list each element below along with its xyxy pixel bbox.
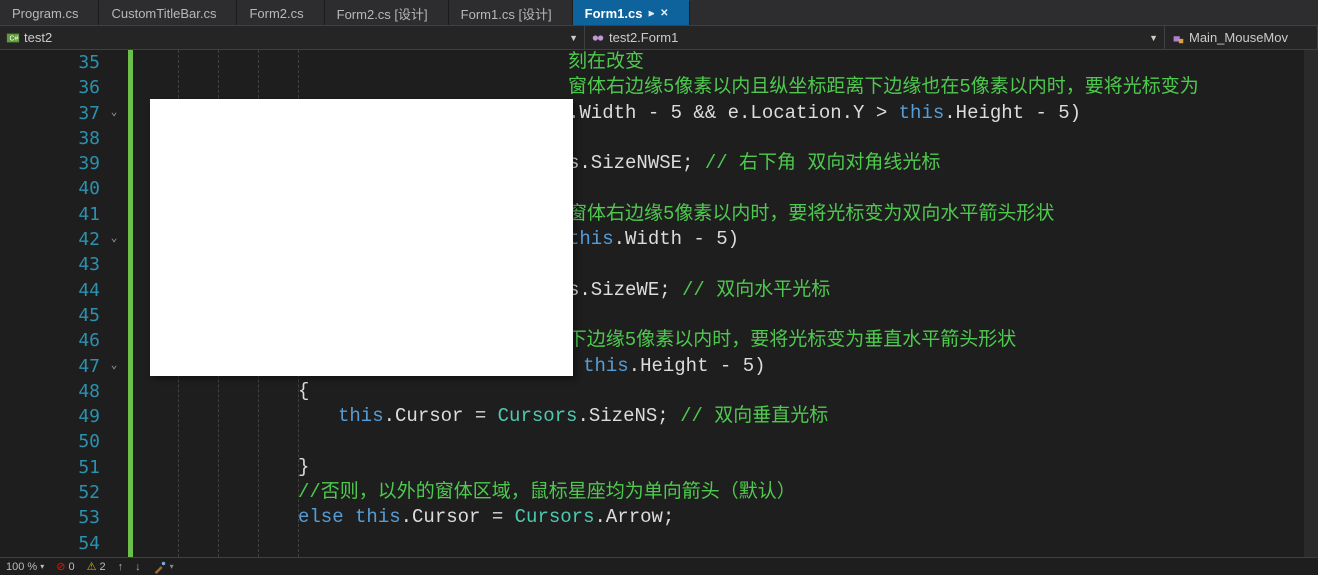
line-number: 53	[0, 505, 122, 530]
tab-form2-designer[interactable]: Form2.cs [设计]	[325, 0, 449, 25]
line-number: 35	[0, 50, 122, 75]
code-nav-bar: C# test2 ▼ test2.Form1 ▼ Main_MouseMov	[0, 26, 1318, 50]
tab-form1-cs[interactable]: Form1.cs ⫸ ✕	[573, 0, 690, 25]
nav-scope-combo[interactable]: C# test2 ▼	[0, 26, 585, 49]
line-number: 49	[0, 404, 122, 429]
warning-count-text: 2	[99, 561, 105, 573]
line-number: 51	[0, 455, 122, 480]
code-line: this.Cursor = Cursors.SizeNS; // 双向垂直光标	[128, 404, 1318, 429]
line-number: 54	[0, 531, 122, 556]
line-number: 36	[0, 75, 122, 100]
zoom-level[interactable]: 100 % ▾	[6, 561, 44, 573]
line-number: 41	[0, 202, 122, 227]
line-number: 39	[0, 151, 122, 176]
tab-form1-designer[interactable]: Form1.cs [设计]	[449, 0, 573, 25]
warning-icon: ⚠	[87, 560, 97, 573]
line-number: 38	[0, 126, 122, 151]
line-number: 43	[0, 252, 122, 277]
tab-label: Form1.cs [设计]	[461, 4, 552, 23]
line-number: 42⌄	[0, 227, 122, 252]
document-tabstrip: Program.cs CustomTitleBar.cs Form2.cs Fo…	[0, 0, 1318, 26]
error-count[interactable]: ⊘ 0	[56, 560, 74, 573]
chevron-down-icon: ▼	[569, 33, 578, 43]
nav-scope-text: test2	[24, 30, 52, 45]
code-line: 窗体右边缘5像素以内且纵坐标距离下边缘也在5像素以内时，要将光标变为	[128, 75, 1318, 100]
pin-icon[interactable]: ⫸	[648, 8, 654, 19]
code-line: //否则，以外的窗体区域，鼠标星座均为单向箭头（默认）	[128, 480, 1318, 505]
line-number: 40	[0, 176, 122, 201]
tab-form2-cs[interactable]: Form2.cs	[237, 0, 324, 25]
fold-toggle-icon[interactable]: ⌄	[108, 106, 120, 118]
line-number: 44	[0, 278, 122, 303]
code-line: {	[128, 379, 1318, 404]
screwdriver-icon[interactable]: ▾	[153, 560, 174, 574]
tab-label: Form1.cs	[585, 6, 643, 21]
line-number: 48	[0, 379, 122, 404]
warning-count[interactable]: ⚠ 2	[87, 560, 106, 573]
line-number: 46	[0, 328, 122, 353]
line-number: 45	[0, 303, 122, 328]
code-line	[128, 429, 1318, 454]
code-line	[128, 531, 1318, 556]
status-bar: 100 % ▾ ⊘ 0 ⚠ 2 ↑ ↓ ▾	[0, 557, 1318, 575]
nav-member-text: Main_MouseMov	[1189, 30, 1288, 45]
tab-label: Form2.cs	[249, 6, 303, 21]
tab-label: Program.cs	[12, 6, 78, 21]
tab-label: CustomTitleBar.cs	[111, 6, 216, 21]
nav-class-combo[interactable]: test2.Form1 ▼	[585, 26, 1165, 49]
tab-customtitlebar-cs[interactable]: CustomTitleBar.cs	[99, 0, 237, 25]
line-number-gutter: 353637⌄3839404142⌄4344454647⌄48495051525…	[0, 50, 128, 557]
line-number: 37⌄	[0, 101, 122, 126]
editor-popup-overlay[interactable]	[150, 99, 573, 376]
vertical-scrollbar[interactable]	[1304, 50, 1318, 557]
chevron-down-icon: ▾	[170, 562, 174, 571]
close-icon[interactable]: ✕	[660, 8, 668, 19]
csharp-project-icon: C#	[6, 31, 20, 45]
svg-text:C#: C#	[10, 35, 19, 42]
build-up-icon[interactable]: ↑	[118, 561, 124, 573]
zoom-text: 100 %	[6, 561, 37, 573]
error-icon: ⊘	[56, 560, 65, 573]
code-line: else this.Cursor = Cursors.Arrow;	[128, 505, 1318, 530]
method-private-icon	[1171, 31, 1185, 45]
code-line: }	[128, 455, 1318, 480]
code-editor[interactable]: 353637⌄3839404142⌄4344454647⌄48495051525…	[0, 50, 1318, 557]
error-count-text: 0	[68, 561, 74, 573]
chevron-down-icon: ▾	[40, 562, 44, 571]
tab-program-cs[interactable]: Program.cs	[0, 0, 99, 25]
fold-toggle-icon[interactable]: ⌄	[108, 359, 120, 371]
line-number: 50	[0, 429, 122, 454]
tab-label: Form2.cs [设计]	[337, 4, 428, 23]
fold-toggle-icon[interactable]: ⌄	[108, 232, 120, 244]
line-number: 52	[0, 480, 122, 505]
build-down-icon[interactable]: ↓	[135, 561, 141, 573]
class-icon	[591, 31, 605, 45]
nav-class-text: test2.Form1	[609, 30, 678, 45]
code-line: 刻在改变	[128, 50, 1318, 75]
chevron-down-icon: ▼	[1149, 33, 1158, 43]
line-number: 47⌄	[0, 354, 122, 379]
nav-member-combo[interactable]: Main_MouseMov	[1165, 26, 1318, 49]
